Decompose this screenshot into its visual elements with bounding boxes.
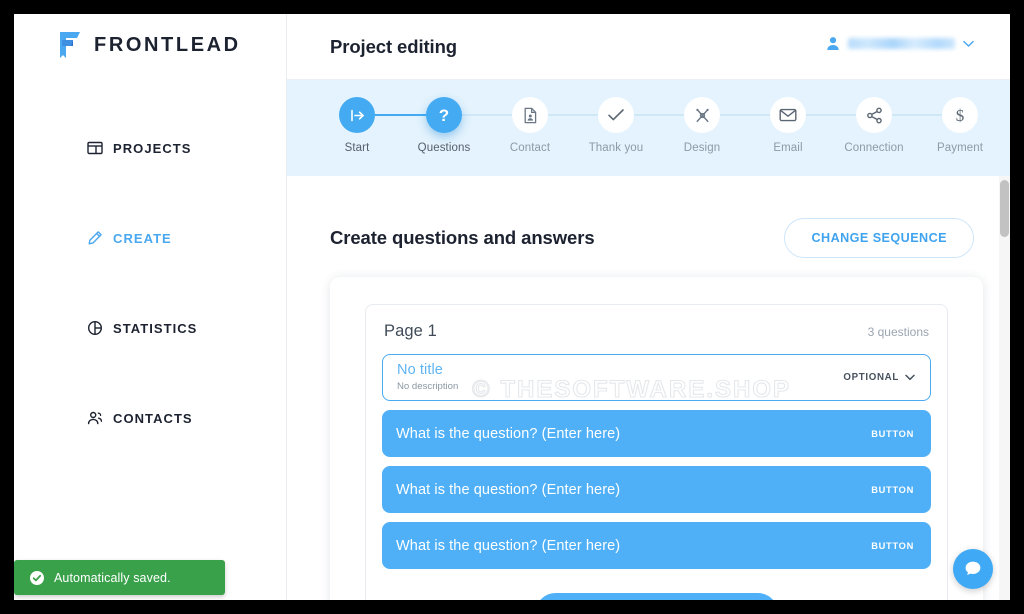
document-id-icon — [524, 107, 536, 123]
brand-name: FRONTLEAD — [94, 33, 241, 56]
stepper-bubble-start[interactable] — [339, 97, 375, 133]
vertical-scrollbar-track[interactable] — [999, 176, 1010, 600]
chevron-down-icon — [963, 40, 974, 47]
sidebar-item-label-projects: PROJECTS — [113, 140, 192, 156]
sidebar-item-label-contacts: CONTACTS — [113, 410, 193, 426]
question-type-badge: BUTTON — [871, 540, 914, 551]
stepper-label-design: Design — [683, 142, 721, 154]
main-pane: Project editing Start ? Questions Contac… — [287, 14, 1010, 600]
browser-window: FRONTLEAD PROJECTS CREATE STATISTICS CON… — [14, 14, 1010, 600]
browser-window-icon — [87, 141, 103, 155]
user-menu[interactable] — [826, 36, 974, 51]
question-text: What is the question? (Enter here) — [396, 481, 621, 498]
stepper-label-email: Email — [773, 142, 803, 154]
stepper-bubble-questions[interactable]: ? — [426, 97, 462, 133]
stepper-step-email[interactable]: Email — [745, 97, 831, 154]
stepper-label-connection: Connection — [844, 142, 904, 154]
pie-chart-icon — [87, 320, 103, 336]
stepper-step-connection[interactable]: Connection — [831, 97, 917, 154]
question-row[interactable]: What is the question? (Enter here) BUTTO… — [382, 522, 931, 569]
content-scroll-area: Create questions and answers CHANGE SEQU… — [287, 176, 1010, 600]
chevron-down-icon — [905, 374, 915, 381]
chat-widget-button[interactable] — [953, 549, 993, 589]
sidebar: FRONTLEAD PROJECTS CREATE STATISTICS CON… — [14, 14, 287, 600]
check-icon — [608, 109, 624, 121]
share-nodes-icon — [866, 107, 882, 123]
stepper-step-start[interactable]: Start — [314, 97, 400, 154]
page-title-block[interactable]: No title No description OPTIONAL — [382, 354, 931, 401]
people-icon — [87, 411, 103, 425]
page-title-texts: No title No description — [397, 362, 459, 392]
page-box-header: Page 1 3 questions — [382, 322, 931, 341]
stepper-step-thankyou[interactable]: Thank you — [573, 97, 659, 154]
stepper-bubble-connection[interactable] — [856, 97, 892, 133]
sidebar-item-statistics[interactable]: STATISTICS — [87, 320, 197, 336]
stepper-label-thankyou: Thank you — [588, 142, 644, 154]
question-text: What is the question? (Enter here) — [396, 425, 621, 442]
page-card: Page 1 3 questions No title No descripti… — [330, 277, 983, 600]
sidebar-item-projects[interactable]: PROJECTS — [87, 140, 191, 156]
person-icon — [827, 37, 839, 50]
stepper-label-payment: Payment — [936, 142, 984, 154]
crossed-tools-icon — [695, 108, 709, 122]
stepper-step-questions[interactable]: ? Questions — [401, 97, 487, 154]
dollar-sign-icon: $ — [955, 105, 965, 125]
stepper-label-questions: Questions — [417, 142, 471, 154]
question-row[interactable]: What is the question? (Enter here) BUTTO… — [382, 466, 931, 513]
question-mark-icon: ? — [438, 105, 450, 125]
stepper-step-contact[interactable]: Contact — [487, 97, 573, 154]
page-box: Page 1 3 questions No title No descripti… — [365, 304, 948, 600]
page-description-placeholder: No description — [397, 380, 459, 392]
pencil-icon — [88, 231, 102, 245]
section-header: Create questions and answers CHANGE SEQU… — [330, 218, 974, 258]
change-sequence-button[interactable]: CHANGE SEQUENCE — [784, 218, 974, 258]
login-arrow-icon — [350, 109, 364, 121]
check-circle-icon — [30, 570, 44, 585]
section-title: Create questions and answers — [330, 227, 595, 248]
sidebar-item-contacts[interactable]: CONTACTS — [87, 410, 193, 426]
stepper-label-start: Start — [344, 142, 370, 154]
status-toast-autosave: Automatically saved. — [14, 560, 225, 595]
stepper-bubble-thankyou[interactable] — [598, 97, 634, 133]
sidebar-item-label-statistics: STATISTICS — [113, 320, 198, 336]
add-question-to-page-button[interactable]: ADD QUESTION TO PAGE — [534, 593, 779, 600]
stepper-step-payment[interactable]: $ Payment — [917, 97, 1003, 154]
page-label: Page 1 — [384, 322, 437, 340]
chat-bubble-icon — [965, 561, 981, 576]
question-count: 3 questions — [867, 325, 929, 339]
page-title-placeholder: No title — [397, 362, 443, 379]
top-header: Project editing — [287, 14, 1010, 80]
brand-logo[interactable]: FRONTLEAD — [57, 30, 241, 60]
question-text: What is the question? (Enter here) — [396, 537, 621, 554]
progress-stepper: Start ? Questions Contact Thank you Desi… — [287, 80, 1010, 176]
question-type-badge: BUTTON — [871, 484, 914, 495]
page-title: Project editing — [330, 36, 457, 57]
stepper-label-contact: Contact — [509, 142, 551, 154]
stepper-bubble-email[interactable] — [770, 97, 806, 133]
question-type-badge: BUTTON — [871, 428, 914, 439]
question-row[interactable]: What is the question? (Enter here) BUTTO… — [382, 410, 931, 457]
stepper-step-design[interactable]: Design — [659, 97, 745, 154]
envelope-icon — [779, 108, 797, 122]
stepper-bubble-design[interactable] — [684, 97, 720, 133]
sidebar-item-create[interactable]: CREATE — [87, 230, 172, 246]
stepper-bubble-contact[interactable] — [512, 97, 548, 133]
optional-dropdown[interactable]: OPTIONAL — [843, 372, 915, 383]
user-name — [848, 38, 955, 49]
vertical-scrollbar-thumb[interactable] — [1000, 180, 1009, 237]
stepper-bubble-payment[interactable]: $ — [942, 97, 978, 133]
toast-message: Automatically saved. — [54, 570, 171, 585]
optional-dropdown-label: OPTIONAL — [843, 372, 899, 383]
frontlead-f-logo-icon — [60, 32, 80, 58]
sidebar-item-label-create: CREATE — [113, 230, 172, 246]
